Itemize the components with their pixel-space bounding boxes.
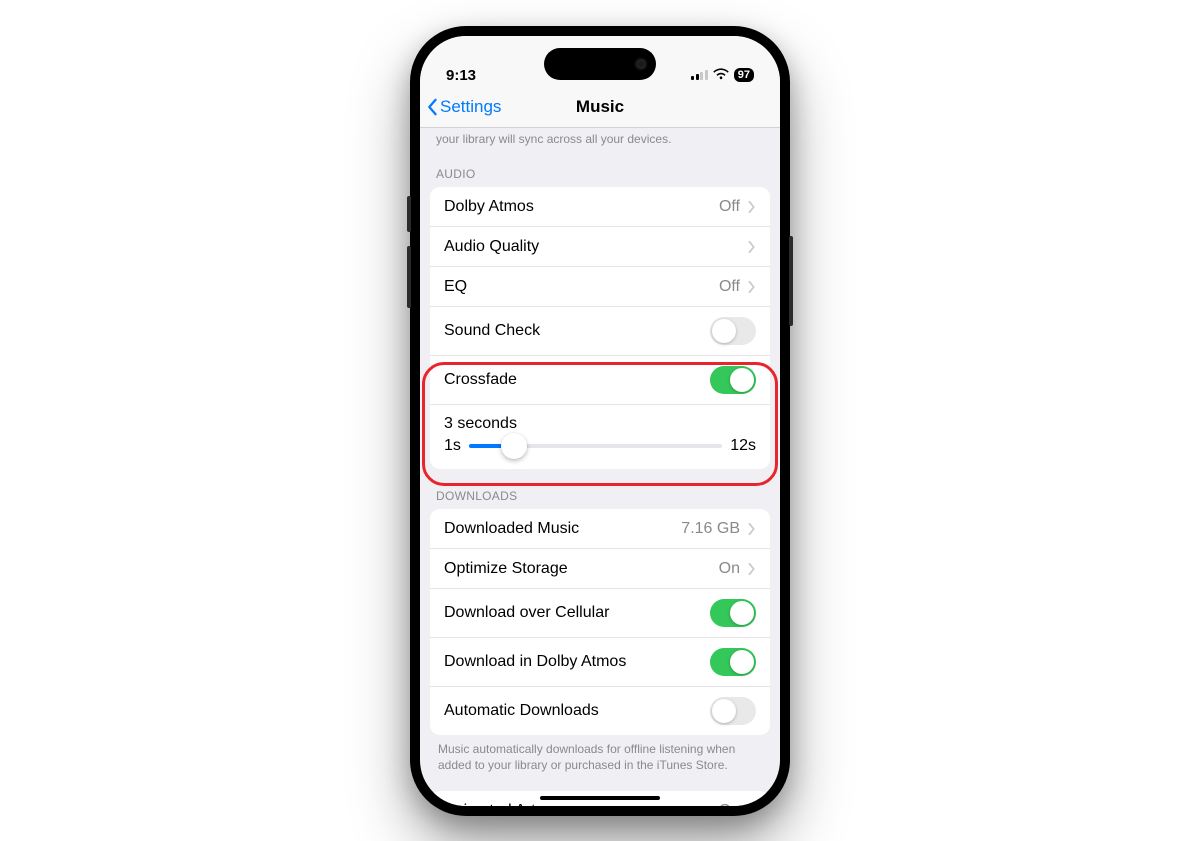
audio-quality-row[interactable]: Audio Quality [430, 227, 770, 267]
dolby-atmos-value: Off [719, 198, 740, 216]
download-cellular-label: Download over Cellular [444, 604, 609, 622]
sound-check-toggle[interactable] [710, 317, 756, 345]
download-dolby-row: Download in Dolby Atmos [430, 638, 770, 687]
dolby-atmos-label: Dolby Atmos [444, 198, 534, 216]
crossfade-min: 1s [444, 437, 461, 455]
chevron-right-icon [748, 523, 756, 535]
optimize-storage-label: Optimize Storage [444, 560, 568, 578]
download-dolby-label: Download in Dolby Atmos [444, 653, 626, 671]
eq-row[interactable]: EQ Off [430, 267, 770, 307]
audio-quality-label: Audio Quality [444, 238, 539, 256]
chevron-right-icon [748, 563, 756, 575]
crossfade-row: Crossfade [430, 356, 770, 405]
chevron-right-icon [748, 201, 756, 213]
dolby-atmos-row[interactable]: Dolby Atmos Off [430, 187, 770, 227]
crossfade-toggle[interactable] [710, 366, 756, 394]
back-button[interactable]: Settings [426, 97, 501, 117]
library-sync-hint: your library will sync across all your d… [420, 128, 780, 148]
downloaded-music-value: 7.16 GB [681, 520, 740, 538]
chevron-right-icon [748, 241, 756, 253]
download-dolby-toggle[interactable] [710, 648, 756, 676]
audio-group: Dolby Atmos Off Audio Quality EQ [430, 187, 770, 469]
crossfade-duration-label: 3 seconds [444, 415, 756, 433]
animated-art-label: Animated Art [444, 802, 536, 805]
wifi-icon [713, 67, 729, 84]
dynamic-island [544, 48, 656, 80]
download-cellular-row: Download over Cellular [430, 589, 770, 638]
status-time: 9:13 [446, 67, 476, 84]
downloads-section-header: DOWNLOADS [420, 469, 780, 509]
animated-art-value: On [719, 802, 740, 805]
eq-value: Off [719, 278, 740, 296]
cellular-signal-icon [691, 70, 708, 80]
automatic-downloads-label: Automatic Downloads [444, 702, 599, 720]
crossfade-max: 12s [730, 437, 756, 455]
screen: 9:13 97 Settings Music your library will… [420, 36, 780, 806]
crossfade-slider[interactable] [469, 444, 722, 448]
sound-check-row: Sound Check [430, 307, 770, 356]
download-cellular-toggle[interactable] [710, 599, 756, 627]
downloaded-music-row[interactable]: Downloaded Music 7.16 GB [430, 509, 770, 549]
crossfade-label: Crossfade [444, 371, 517, 389]
optimize-storage-value: On [719, 560, 740, 578]
phone-frame: 9:13 97 Settings Music your library will… [410, 26, 790, 816]
crossfade-slider-row: 3 seconds 1s 12s [430, 405, 770, 469]
audio-section-header: AUDIO [420, 147, 780, 187]
page-title: Music [576, 97, 624, 117]
sound-check-label: Sound Check [444, 322, 540, 340]
optimize-storage-row[interactable]: Optimize Storage On [430, 549, 770, 589]
chevron-right-icon [748, 281, 756, 293]
downloaded-music-label: Downloaded Music [444, 520, 579, 538]
downloads-group: Downloaded Music 7.16 GB Optimize Storag… [430, 509, 770, 735]
automatic-downloads-row: Automatic Downloads [430, 687, 770, 735]
chevron-left-icon [426, 98, 438, 116]
home-indicator[interactable] [540, 796, 660, 800]
battery-indicator: 97 [734, 68, 754, 82]
eq-label: EQ [444, 278, 467, 296]
automatic-downloads-toggle[interactable] [710, 697, 756, 725]
scroll-content[interactable]: your library will sync across all your d… [420, 128, 780, 806]
nav-bar: Settings Music [420, 88, 780, 128]
back-label: Settings [440, 97, 501, 117]
downloads-footer-hint: Music automatically downloads for offlin… [420, 735, 780, 773]
